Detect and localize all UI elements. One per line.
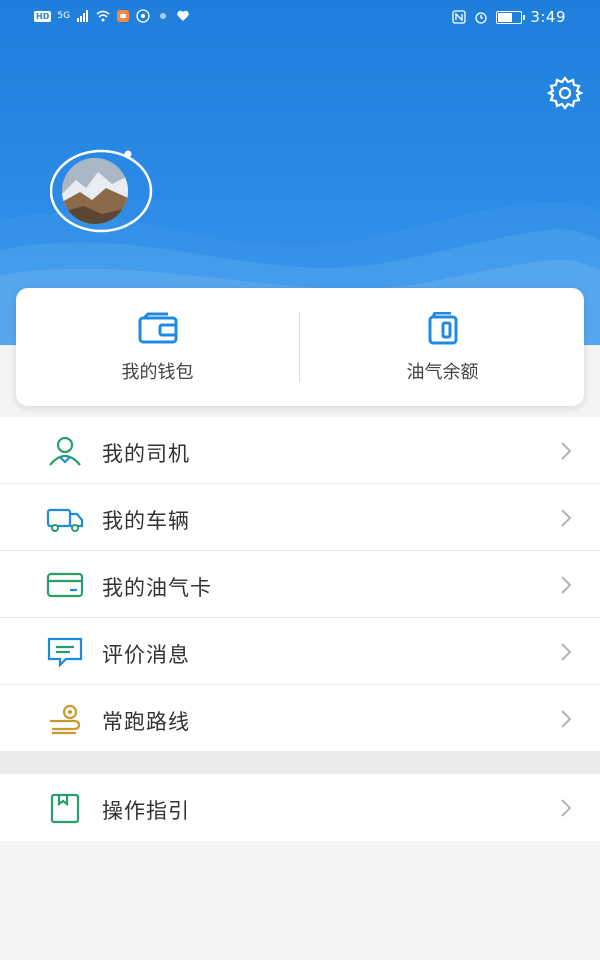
truck-icon [46, 508, 84, 532]
menu-item-frequent-routes[interactable]: 常跑路线 [0, 685, 600, 752]
gas-balance-button[interactable]: 油气余额 [301, 288, 584, 406]
battery-icon [496, 10, 526, 24]
hd-badge: HD [34, 10, 52, 22]
network-type: 5G [57, 11, 71, 21]
wallet-divider [299, 312, 300, 382]
signal-icon [77, 10, 89, 22]
wallet-card: 我的钱包 油气余额 [16, 288, 584, 406]
driver-icon [49, 436, 81, 466]
chevron-right-icon [561, 710, 572, 728]
gas-balance-label: 油气余额 [406, 362, 479, 383]
menu-item-my-drivers[interactable]: 我的司机 [0, 417, 600, 484]
guide-book-icon [50, 793, 80, 824]
chevron-right-icon [561, 509, 572, 527]
chevron-right-icon [561, 576, 572, 594]
battery-fill [498, 12, 512, 22]
wallet-icon [138, 312, 177, 344]
avatar-container[interactable] [50, 148, 154, 234]
avatar-image [62, 158, 128, 224]
route-icon [50, 704, 81, 735]
menu-list-secondary: 操作指引 [0, 774, 600, 841]
my-wallet-label: 我的钱包 [121, 362, 194, 383]
app-icon [157, 10, 170, 22]
menu-label-my-gas-card: 我的油气卡 [102, 576, 212, 600]
menu-label-my-drivers: 我的司机 [102, 442, 190, 466]
menu-label-frequent-routes: 常跑路线 [102, 710, 190, 734]
status-time: 3:49 [530, 8, 566, 26]
card-icon [46, 572, 84, 598]
nfc-icon [452, 10, 466, 24]
wifi-icon [96, 10, 110, 22]
menu-item-operation-guide[interactable]: 操作指引 [0, 774, 600, 841]
menu-item-my-vehicles[interactable]: 我的车辆 [0, 484, 600, 551]
section-separator [0, 752, 600, 774]
menu-item-review-messages[interactable]: 评价消息 [0, 618, 600, 685]
heart-app-icon [177, 10, 189, 21]
message-app-icon [117, 10, 130, 22]
gear-icon[interactable] [546, 74, 584, 112]
avatar[interactable] [62, 158, 128, 224]
my-wallet-button[interactable]: 我的钱包 [16, 288, 299, 406]
menu-label-review-messages: 评价消息 [102, 643, 190, 667]
status-bar: HD 5G 3:49 [0, 0, 600, 36]
eye-app-icon [136, 9, 150, 23]
menu-label-my-vehicles: 我的车辆 [102, 509, 190, 533]
message-icon [47, 637, 83, 668]
status-right: 3:49 [452, 8, 566, 26]
chevron-right-icon [561, 799, 572, 817]
chevron-right-icon [561, 643, 572, 661]
menu-list: 我的司机 我的车辆 我的油气卡 评价消息 常跑路线 [0, 417, 600, 752]
balance-icon [428, 312, 457, 345]
menu-item-my-gas-card[interactable]: 我的油气卡 [0, 551, 600, 618]
alarm-icon [475, 12, 487, 24]
status-left: HD 5G [34, 9, 190, 23]
menu-label-operation-guide: 操作指引 [102, 799, 190, 823]
chevron-right-icon [561, 442, 572, 460]
